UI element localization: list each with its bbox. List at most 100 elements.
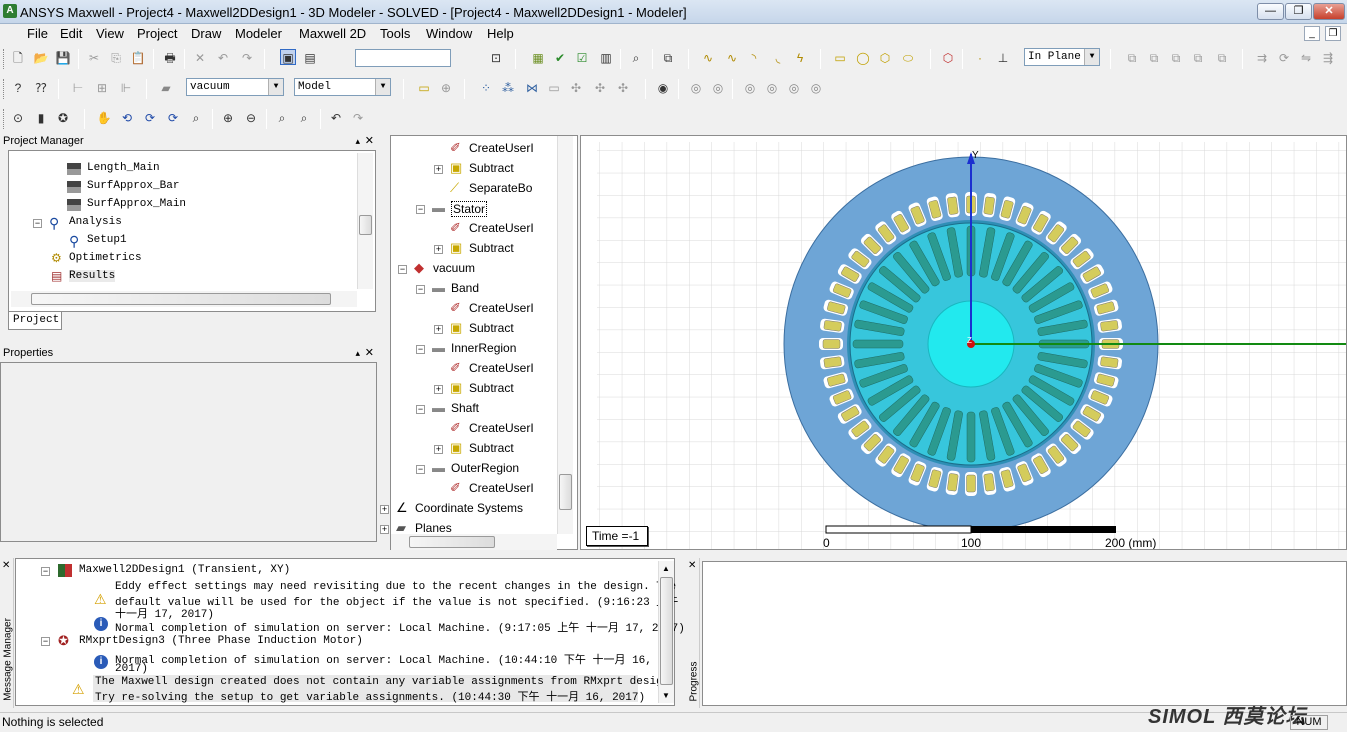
history-item[interactable]: Band xyxy=(451,281,479,295)
mdi-restore-button[interactable]: ❐ xyxy=(1325,26,1341,41)
menu-project[interactable]: Project xyxy=(137,26,177,41)
scroll-thumb[interactable] xyxy=(559,474,572,510)
redo-icon[interactable]: ↷ xyxy=(239,50,255,66)
collapse-icon[interactable]: − xyxy=(416,345,425,354)
draw-equation-icon[interactable]: ϟ xyxy=(792,50,808,66)
history-item[interactable]: CreateUserI xyxy=(469,481,534,495)
view-iso-icon[interactable]: ◎ xyxy=(808,80,824,96)
menu-edit[interactable]: Edit xyxy=(60,26,82,41)
select-by-name-icon[interactable]: ▤ xyxy=(302,50,318,66)
validate-icon[interactable]: ▦ xyxy=(530,50,546,66)
save-icon[interactable]: 💾 xyxy=(55,50,71,66)
measure-icon[interactable]: ⊡ xyxy=(488,50,504,66)
history-item[interactable]: Coordinate Systems xyxy=(415,501,523,515)
tree-item-setup1[interactable]: Setup1 xyxy=(87,234,127,246)
draw-point-icon[interactable]: · xyxy=(972,50,988,66)
pin-icon[interactable]: ▴ xyxy=(355,134,360,149)
open-icon[interactable]: 📂 xyxy=(33,50,49,66)
history-item[interactable]: SeparateBo xyxy=(469,181,532,195)
sweep-icon[interactable]: ⇶ xyxy=(1320,50,1336,66)
menu-file[interactable]: File xyxy=(27,26,48,41)
collapse-icon[interactable]: − xyxy=(33,219,42,228)
collapse-icon[interactable]: − xyxy=(416,285,425,294)
view-side-icon[interactable]: ◎ xyxy=(764,80,780,96)
history-item[interactable]: InnerRegion xyxy=(451,341,516,355)
history-item[interactable]: OuterRegion xyxy=(451,461,519,475)
close-panel-icon[interactable]: ✕ xyxy=(2,560,10,571)
copy-icon[interactable]: ⎘ xyxy=(108,50,124,66)
object-cs-icon[interactable]: ⊩ xyxy=(118,80,134,96)
scroll-down-icon[interactable]: ▼ xyxy=(662,691,670,700)
history-item[interactable]: Planes xyxy=(415,521,452,535)
tree-item-surfapprox-main[interactable]: SurfApprox_Main xyxy=(87,198,186,210)
tree-item-analysis[interactable]: Analysis xyxy=(69,216,122,228)
history-item[interactable]: Stator xyxy=(451,201,488,217)
intersect-icon[interactable]: ⧉ xyxy=(1168,50,1184,66)
message-vscroll[interactable]: ▲ ▼ xyxy=(658,561,674,703)
draw-arc-icon[interactable]: ◝ xyxy=(746,50,762,66)
menu-modeler[interactable]: Modeler xyxy=(235,26,282,41)
binoculars-icon[interactable]: ⊙ xyxy=(10,110,26,126)
fields-icon[interactable]: ▮ xyxy=(33,110,49,126)
close-panel-icon[interactable]: ✕ xyxy=(365,346,374,361)
unite-icon[interactable]: ⧉ xyxy=(1124,50,1140,66)
expand-icon[interactable]: + xyxy=(434,165,443,174)
pan-icon[interactable]: ✋ xyxy=(96,110,112,126)
zoom-out-icon[interactable]: ⊖ xyxy=(243,110,259,126)
imprint-icon[interactable]: ⧉ xyxy=(1214,50,1230,66)
coord-icon[interactable]: ⊢ xyxy=(70,80,86,96)
menu-window[interactable]: Window xyxy=(426,26,472,41)
move-icon[interactable]: ⇉ xyxy=(1254,50,1270,66)
tree-item-length-main[interactable]: Length_Main xyxy=(87,162,160,174)
rotate-screen-icon[interactable]: ⟳ xyxy=(165,110,181,126)
undo-view-icon[interactable]: ↶ xyxy=(328,110,344,126)
redo-view-icon[interactable]: ↷ xyxy=(350,110,366,126)
mdi-minimize-button[interactable]: _ xyxy=(1304,26,1320,41)
close-button[interactable]: ✕ xyxy=(1313,3,1345,20)
selection-combo[interactable] xyxy=(355,49,451,67)
pin-icon[interactable]: ▴ xyxy=(355,346,360,361)
tree-item-results[interactable]: Results xyxy=(69,270,116,282)
minimize-button[interactable]: — xyxy=(1257,3,1284,20)
collapse-icon[interactable]: − xyxy=(416,405,425,414)
history-item[interactable]: CreateUserI xyxy=(469,421,534,435)
menu-help[interactable]: Help xyxy=(487,26,514,41)
history-item[interactable]: Subtract xyxy=(469,321,514,335)
history-item[interactable]: CreateUserI xyxy=(469,361,534,375)
render2-icon[interactable]: ◎ xyxy=(710,80,726,96)
face-cs-icon[interactable]: ⊞ xyxy=(94,80,110,96)
analyze-icon[interactable]: ✔ xyxy=(552,50,568,66)
history-item[interactable]: Subtract xyxy=(469,381,514,395)
analyze-all-icon[interactable]: ☑ xyxy=(574,50,590,66)
snap-vertex-icon[interactable]: ⁂ xyxy=(500,80,516,96)
project-tree-vscroll[interactable] xyxy=(357,153,373,289)
scroll-thumb[interactable] xyxy=(409,536,495,548)
snap-quadrant-icon[interactable]: ✣ xyxy=(592,80,608,96)
rotate-local-icon[interactable]: ⟳ xyxy=(142,110,158,126)
expand-icon[interactable]: + xyxy=(380,505,389,514)
history-item[interactable]: CreateUserI xyxy=(469,141,534,155)
scroll-thumb[interactable] xyxy=(31,293,331,305)
expand-icon[interactable]: + xyxy=(434,245,443,254)
draw-region-icon[interactable]: ⬡ xyxy=(940,50,956,66)
modeler-view[interactable]: Y Z 0 100 200 (mm) Time =-1 xyxy=(580,135,1347,550)
close-panel-icon[interactable]: ✕ xyxy=(365,134,374,149)
draw-polygon-icon[interactable]: ⬡ xyxy=(877,50,893,66)
history-item[interactable]: Shaft xyxy=(451,401,479,415)
modeler-canvas[interactable]: Y Z 0 100 200 (mm) xyxy=(581,136,1347,550)
collapse-icon[interactable]: − xyxy=(398,265,407,274)
select-mode-icon[interactable]: ▣ xyxy=(280,49,296,65)
draw-circle-icon[interactable]: ◯ xyxy=(855,50,871,66)
add-icon[interactable]: ⊕ xyxy=(438,80,454,96)
expand-icon[interactable]: + xyxy=(434,445,443,454)
draw-rectangle-icon[interactable]: ▭ xyxy=(832,50,848,66)
context-help-icon[interactable]: ⁇ xyxy=(33,80,49,96)
snap-edge-icon[interactable]: ⋈ xyxy=(524,80,540,96)
collapse-icon[interactable]: − xyxy=(41,637,50,646)
draw-spline-icon[interactable]: ∿ xyxy=(724,50,740,66)
fit-selection-icon[interactable]: ⌕ xyxy=(296,110,312,126)
ribbon-icon[interactable]: ✪ xyxy=(55,110,71,126)
history-item[interactable]: vacuum xyxy=(433,261,475,275)
collapse-icon[interactable]: − xyxy=(416,465,425,474)
menu-maxwell2d[interactable]: Maxwell 2D xyxy=(299,26,366,41)
